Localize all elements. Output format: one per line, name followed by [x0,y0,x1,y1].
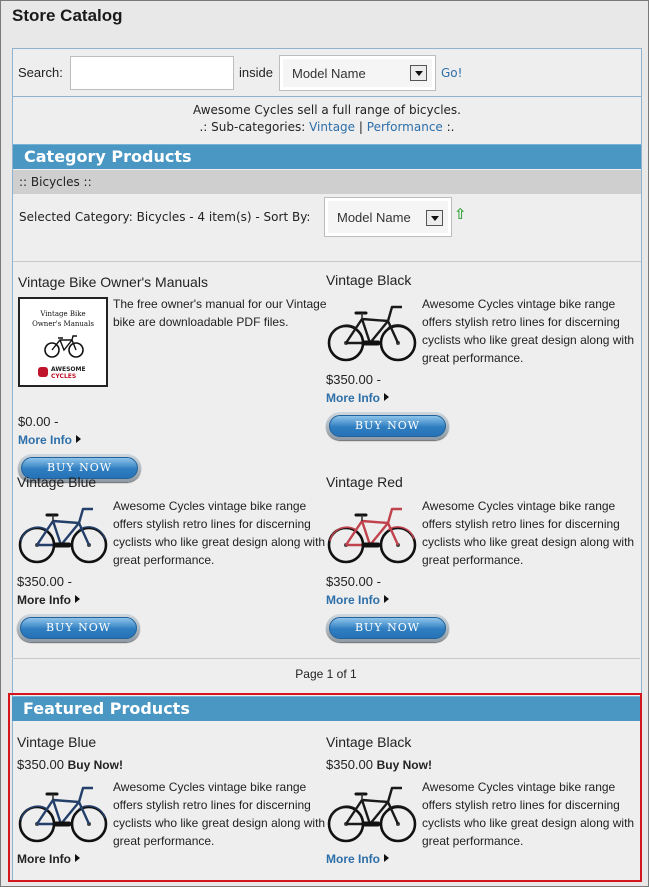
arrow-right-icon [384,854,389,862]
buy-now-label: BUY NOW [20,617,137,639]
product-price-line: $350.00 Buy Now! [17,757,123,772]
product-name: Vintage Black [326,272,412,288]
divider [12,658,640,659]
product-price: $350.00 - [326,574,381,589]
product-price: $350.00 [326,757,373,772]
more-info-label: More Info [17,593,71,607]
buy-now-button[interactable]: BUY NOW [326,412,449,440]
more-info-link[interactable]: More Info [17,593,80,607]
arrow-right-icon [384,393,389,401]
more-info-link[interactable]: More Info [17,852,80,866]
product-price: $350.00 [17,757,64,772]
product-price: $350.00 - [17,574,72,589]
buy-now-label: BUY NOW [329,415,446,437]
pagination-text: Page 1 of 1 [295,667,357,681]
more-info-label: More Info [326,593,380,607]
bike-image[interactable] [17,778,109,848]
featured-product-card: Vintage Black $350.00 Buy Now! Awesome C… [326,734,636,874]
buy-now-link[interactable]: Buy Now! [68,758,123,772]
buy-now-link[interactable]: Buy Now! [377,758,432,772]
product-description: Awesome Cycles vintage bike range offers… [422,297,635,365]
buy-now-button[interactable]: BUY NOW [326,614,449,642]
bike-image[interactable] [17,499,109,569]
arrow-right-icon [75,854,80,862]
product-description: Awesome Cycles vintage bike range offers… [422,499,635,567]
product-name: Vintage Black [326,734,412,750]
more-info-link[interactable]: More Info [326,852,389,866]
content-layer: The free owner's manual for our Vintage … [0,0,649,887]
featured-product-card: Vintage Blue $350.00 Buy Now! Awesome Cy… [17,734,327,874]
buy-now-button[interactable]: BUY NOW [17,614,140,642]
more-info-label: More Info [17,852,71,866]
bike-image[interactable] [326,778,418,848]
product-name: Vintage Blue [17,474,97,490]
product-description: Awesome Cycles vintage bike range offers… [113,780,326,848]
product-price-line: $350.00 Buy Now! [326,757,432,772]
product-description: The free owner's manual for our Vintage … [113,297,327,329]
product-card: Vintage Black Awesome Cycles vintage bik… [326,272,636,442]
product-price: $350.00 - [326,372,381,387]
featured-products-title: Featured Products [23,699,190,718]
product-description: Awesome Cycles vintage bike range offers… [113,499,326,567]
more-info-link[interactable]: More Info [326,593,389,607]
product-card: Vintage Red Awesome Cycles vintage bike … [326,474,636,644]
bike-image[interactable] [326,297,418,367]
more-info-label: More Info [326,391,380,405]
arrow-right-icon [384,595,389,603]
product-name: Vintage Blue [17,734,97,750]
product-description: Awesome Cycles vintage bike range offers… [422,780,635,848]
arrow-right-icon [75,595,80,603]
more-info-label: More Info [326,852,380,866]
featured-products-header: Featured Products [12,696,640,721]
more-info-link[interactable]: More Info [326,391,389,405]
product-card: Vintage Blue Awesome Cycles vintage bike… [17,474,327,644]
bike-image[interactable] [326,499,418,569]
buy-now-label: BUY NOW [329,617,446,639]
product-name: Vintage Red [326,474,403,490]
